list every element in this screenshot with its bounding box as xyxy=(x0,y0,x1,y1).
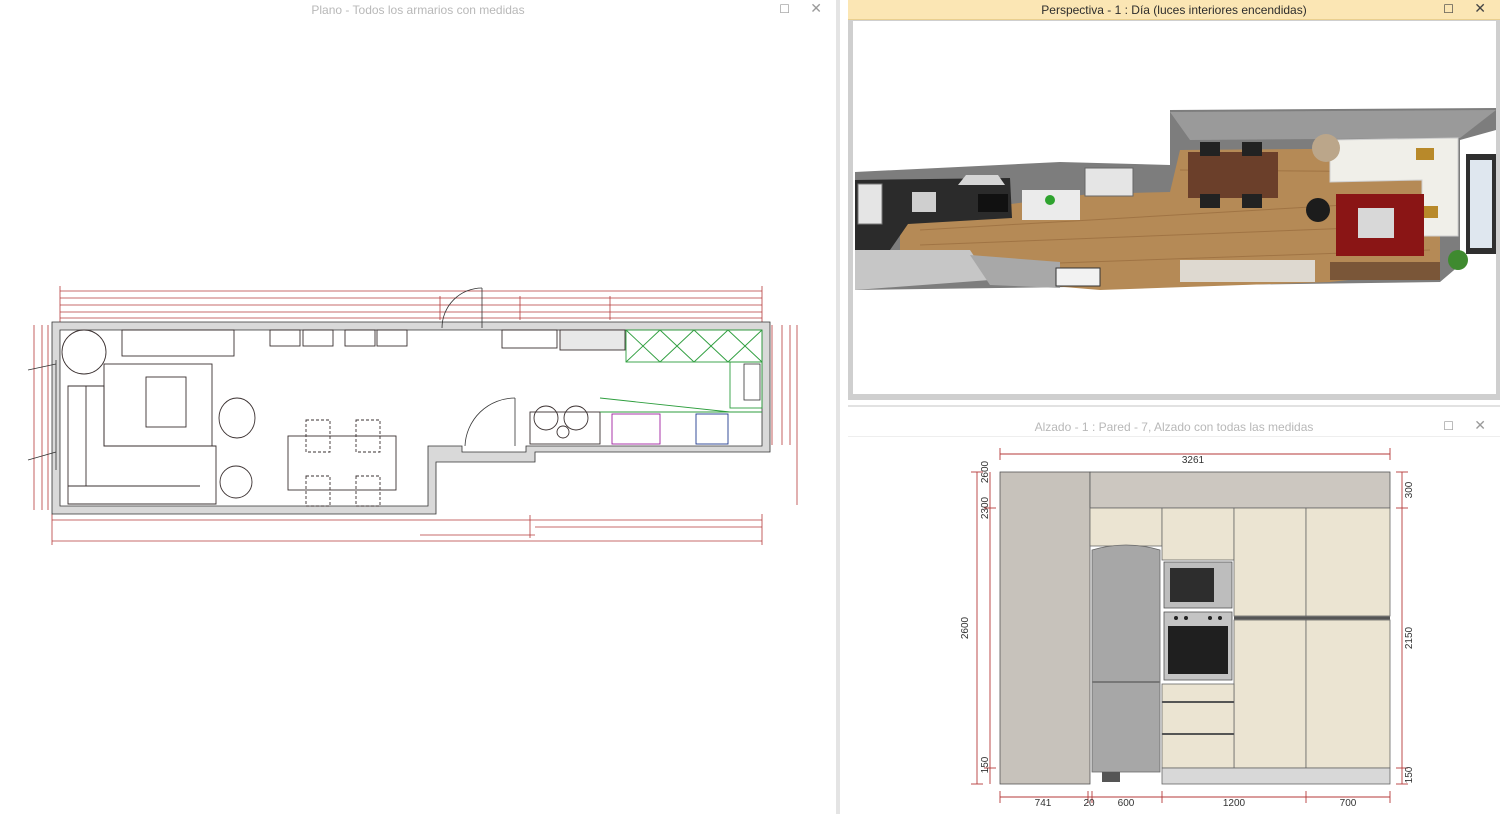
elevation-pane: Alzado - 1 : Pared - 7, Alzado con todas… xyxy=(848,405,1500,814)
dim-right-mid: 2150 xyxy=(1404,626,1415,649)
plan-titlebar[interactable]: Plano - Todos los armarios con medidas ☐… xyxy=(0,0,836,20)
dim-bottom-4: 1200 xyxy=(1223,798,1246,809)
plan-bottom-dimensions xyxy=(51,514,763,545)
elevation-maximize-icon[interactable]: ☐ xyxy=(1443,419,1454,433)
plan-side-dimensions xyxy=(33,325,798,510)
elevation-titlebar[interactable]: Alzado - 1 : Pared - 7, Alzado con todas… xyxy=(848,417,1500,437)
dim-bottom-1: 741 xyxy=(1035,798,1052,809)
dim-left-bottom: 150 xyxy=(980,756,991,773)
dim-bottom-2: 20 xyxy=(1083,798,1095,809)
plan-walls xyxy=(51,321,771,515)
perspective-pane: Perspectiva - 1 : Día (luces interiores … xyxy=(848,0,1500,400)
plan-top-dimensions xyxy=(59,286,763,322)
dim-top-total: 3261 xyxy=(1182,455,1205,466)
plan-furniture xyxy=(61,329,626,507)
plan-maximize-icon[interactable]: ☐ xyxy=(779,2,790,16)
dim-left-mid: 2300 xyxy=(980,496,991,519)
dim-left-inner-top: 2600 xyxy=(980,460,991,483)
plan-close-icon[interactable]: ✕ xyxy=(810,1,822,17)
perspective-render xyxy=(855,108,1496,290)
perspective-close-icon[interactable]: ✕ xyxy=(1474,1,1486,17)
dim-right-bottom: 150 xyxy=(1404,766,1415,783)
perspective-maximize-icon[interactable]: ☐ xyxy=(1443,2,1454,16)
dim-bottom-3: 600 xyxy=(1118,798,1135,809)
plan-door-bottom xyxy=(464,397,516,447)
elevation-drawing[interactable]: 3261 741 20 600 1200 700 2600 2600 2300 … xyxy=(848,444,1500,814)
floor-plan-drawing[interactable] xyxy=(0,22,840,812)
dim-bottom-5: 700 xyxy=(1340,798,1357,809)
plan-pane: Plano - Todos los armarios con medidas ☐… xyxy=(0,0,840,814)
plan-title: Plano - Todos los armarios con medidas xyxy=(311,3,525,17)
dim-right-top: 300 xyxy=(1404,481,1415,498)
perspective-viewport[interactable] xyxy=(853,21,1496,394)
elevation-title: Alzado - 1 : Pared - 7, Alzado con todas… xyxy=(1034,419,1314,434)
perspective-titlebar[interactable]: Perspectiva - 1 : Día (luces interiores … xyxy=(848,0,1500,20)
perspective-title: Perspectiva - 1 : Día (luces interiores … xyxy=(1041,2,1307,17)
elevation-close-icon[interactable]: ✕ xyxy=(1474,418,1486,434)
dim-left-outer: 2600 xyxy=(960,616,971,639)
